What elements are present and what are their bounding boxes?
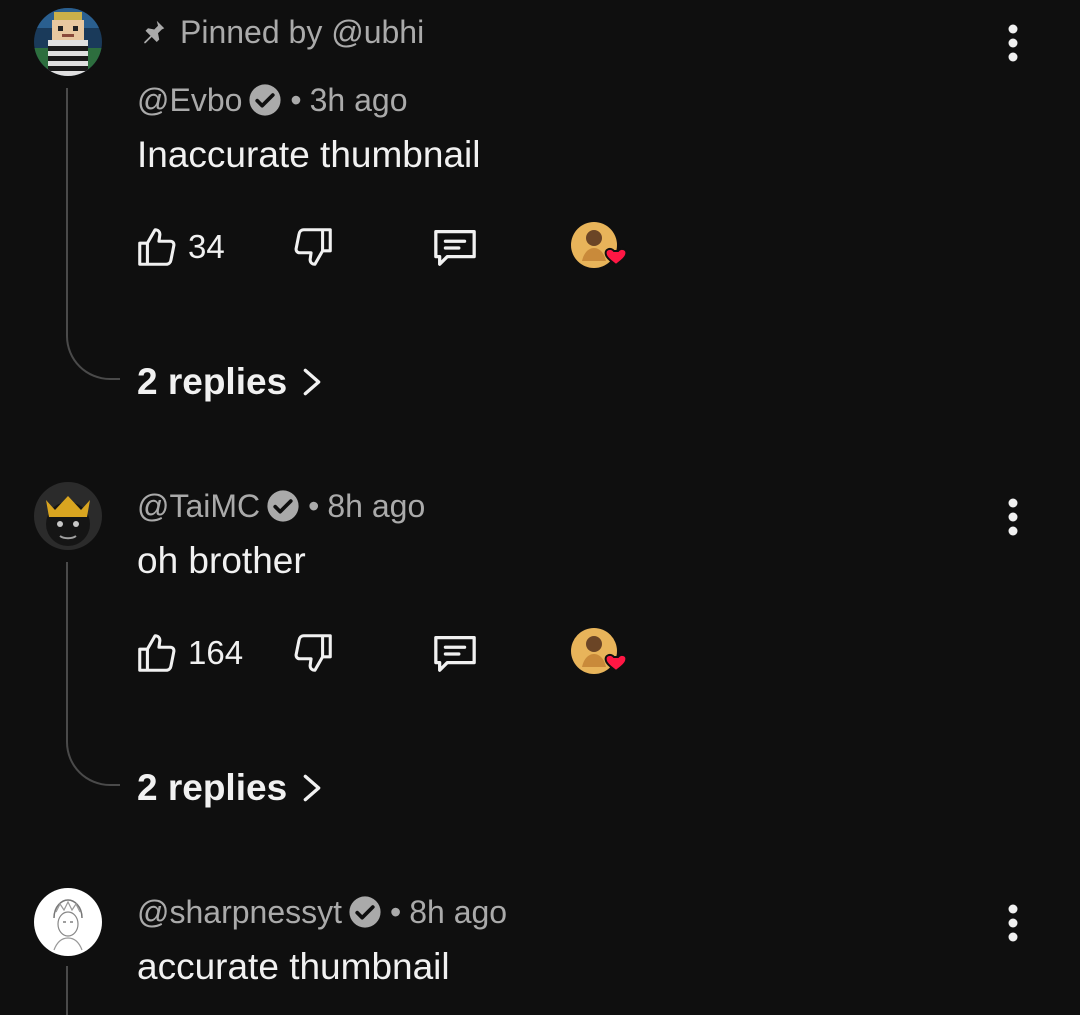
thumbs-down-icon [294,634,332,672]
separator-dot: • [308,488,320,524]
creator-heart-icon [571,628,628,674]
thumbs-down-icon [294,228,332,266]
timestamp[interactable]: 8h ago [327,486,425,526]
comment-meta: @Evbo • 3h ago [137,80,408,120]
replies-label: 2 replies [137,767,288,808]
thumbs-up-icon [138,634,176,672]
pinned-text: Pinned by @ubhi [180,14,425,50]
view-replies-button[interactable]: 2 replies [137,360,323,404]
reply-button[interactable] [430,628,480,678]
author-handle[interactable]: @TaiMC [137,486,260,526]
chevron-right-icon [303,774,321,802]
verified-badge-icon [249,84,282,116]
pin-icon [144,20,165,44]
thread-line [66,966,120,1015]
verified-badge-icon [349,896,381,928]
view-replies-button[interactable]: 2 replies [137,766,323,810]
reply-button[interactable] [430,222,480,272]
replies-label: 2 replies [137,361,288,402]
comment-text: oh brother [137,540,306,581]
like-button[interactable]: 34 [134,222,225,272]
avatar[interactable] [34,8,102,76]
like-count: 34 [188,228,225,265]
more-options-button[interactable] [996,18,1030,68]
creator-heart-icon [571,222,628,268]
dislike-button[interactable] [290,222,336,272]
more-vert-icon [1008,498,1018,536]
pixel-character-avatar-icon [34,8,102,76]
comment-text: Inaccurate thumbnail [137,134,481,175]
avatar[interactable] [34,482,102,550]
thread-line [66,562,120,786]
chevron-right-icon [303,368,321,396]
thread-line [66,88,120,380]
more-options-button[interactable] [996,898,1030,948]
author-handle[interactable]: @sharpnessyt [137,892,342,932]
verified-badge-icon [267,490,299,522]
avatar[interactable] [34,888,102,956]
pinned-label: Pinned by @ubhi [138,12,424,52]
thumbs-up-icon [138,228,176,266]
dislike-button[interactable] [290,628,336,678]
comment-text: accurate thumbnail [137,946,450,987]
comment-meta: @sharpnessyt • 8h ago [137,892,507,932]
more-options-button[interactable] [996,492,1030,542]
like-button[interactable]: 164 [134,628,243,678]
crowned-character-avatar-icon [34,482,102,550]
author-handle[interactable]: @Evbo [137,80,242,120]
more-vert-icon [1008,24,1018,62]
timestamp[interactable]: 8h ago [409,892,507,932]
timestamp[interactable]: 3h ago [310,80,408,120]
comment-reply-icon [434,230,476,266]
separator-dot: • [390,894,402,930]
creator-heart [570,627,634,681]
like-count: 164 [188,634,244,671]
comment-reply-icon [434,636,476,672]
creator-heart [570,221,634,275]
comment-meta: @TaiMC • 8h ago [137,486,425,526]
separator-dot: • [290,82,302,118]
more-vert-icon [1008,904,1018,942]
sketch-avatar-icon [34,888,102,956]
